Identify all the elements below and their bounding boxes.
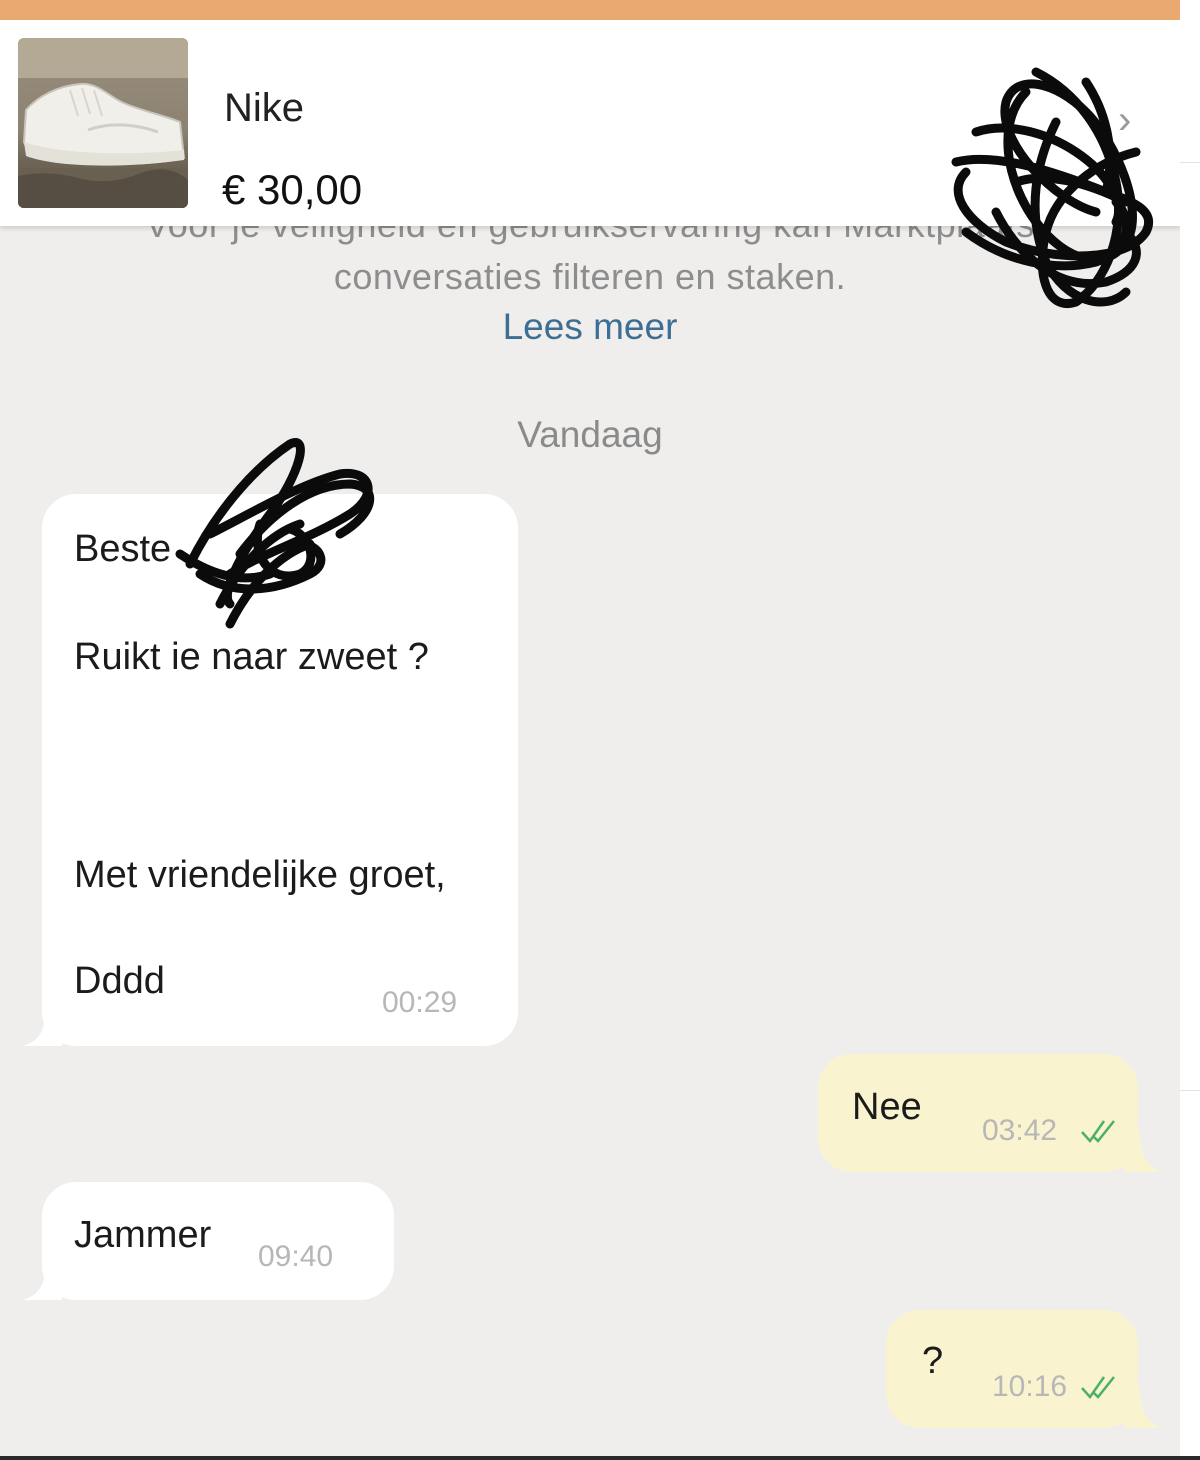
message-time: 00:29 [382, 986, 458, 1019]
divider [1180, 1090, 1200, 1091]
read-check-icon [1081, 1120, 1115, 1144]
bubble-tail [1124, 1388, 1164, 1428]
message-time: 10:16 [992, 1370, 1068, 1403]
message-text: Nee [852, 1086, 922, 1128]
message-line: Met vriendelijke groet, [74, 854, 446, 896]
divider [1180, 162, 1200, 163]
redaction-scribble [951, 67, 1153, 308]
message-time: 09:40 [258, 1240, 334, 1273]
message-time: 03:42 [982, 1114, 1058, 1147]
message-bubble-outgoing[interactable]: ? 10:16 [886, 1310, 1164, 1428]
message-line: Dddd [74, 960, 165, 1002]
top-bar [0, 0, 1180, 20]
listing-title: Nike [224, 86, 305, 130]
bubble-tail [1124, 1132, 1164, 1172]
bubble-tail [22, 1006, 62, 1046]
chat-screen: Nike € 30,00 › Voor je veiligheid en geb… [0, 0, 1180, 1460]
read-check-icon [1081, 1376, 1115, 1400]
redaction-scribble [175, 438, 375, 629]
bottom-edge [0, 1456, 1200, 1460]
message-bubble-outgoing[interactable]: Nee 03:42 [818, 1054, 1164, 1172]
message-text: ? [922, 1340, 944, 1382]
sneaker-icon [18, 38, 188, 208]
listing-thumbnail[interactable] [18, 38, 188, 208]
message-bubble-incoming[interactable]: Jammer 09:40 [22, 1182, 394, 1300]
message-text: Jammer [74, 1214, 212, 1256]
bubble-tail [22, 1260, 62, 1300]
right-margin [1180, 0, 1200, 1460]
listing-price: € 30,00 [222, 166, 363, 213]
message-line: Beste [74, 528, 172, 570]
